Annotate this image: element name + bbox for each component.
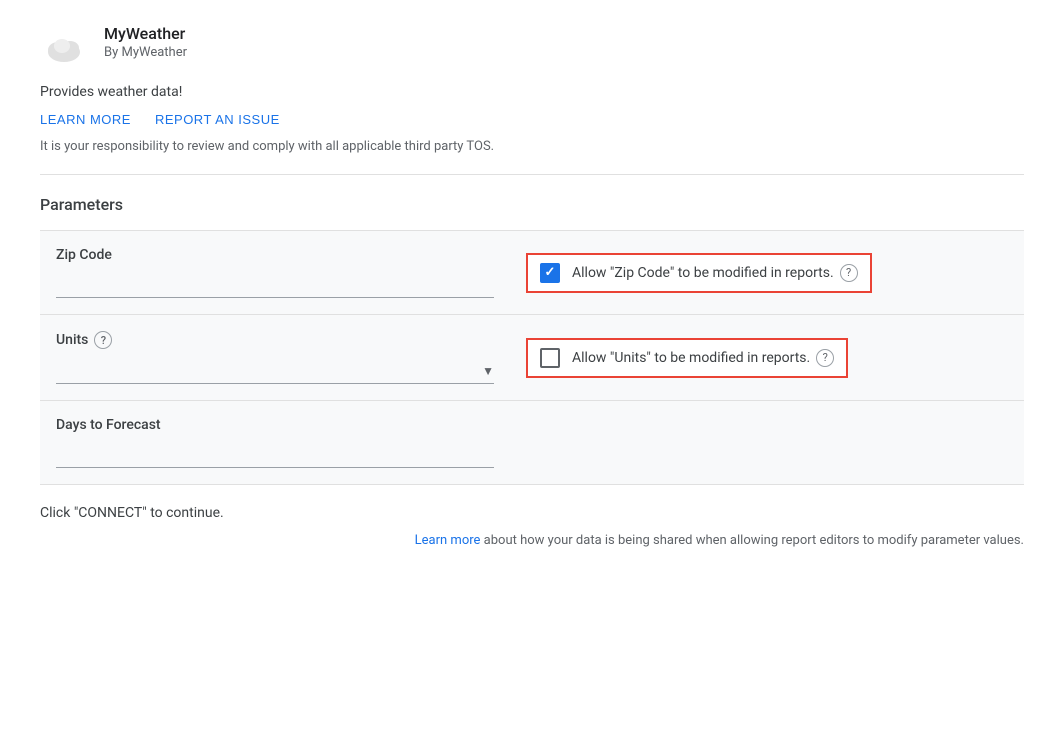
- units-allow-label: Allow "Units" to be modified in reports.…: [572, 349, 834, 367]
- dropdown-arrow-icon: ▼: [482, 364, 494, 378]
- app-subtitle: By MyWeather: [104, 45, 187, 60]
- app-icon: [40, 24, 88, 72]
- footer-note: Learn more about how your data is being …: [40, 533, 1024, 548]
- links-row: LEARN MORE REPORT AN ISSUE: [40, 112, 1024, 127]
- app-header: MyWeather By MyWeather: [40, 24, 1024, 72]
- zip-code-checkbox[interactable]: ✓: [540, 263, 560, 283]
- days-to-forecast-label: Days to Forecast: [56, 417, 494, 433]
- days-to-forecast-left: Days to Forecast: [40, 401, 510, 484]
- days-to-forecast-input-wrapper: [56, 443, 494, 468]
- tos-text: It is your responsibility to review and …: [40, 139, 1024, 154]
- param-row-zip-code: Zip Code ✓ Allow "Zip Code" to be modifi…: [40, 230, 1024, 315]
- learn-more-button[interactable]: LEARN MORE: [40, 112, 131, 127]
- app-info: MyWeather By MyWeather: [104, 24, 187, 60]
- parameters-section-title: Parameters: [40, 195, 1024, 214]
- param-row-units: Units ? Metric Imperial ▼: [40, 315, 1024, 401]
- zip-code-allow-wrapper: ✓ Allow "Zip Code" to be modified in rep…: [526, 253, 872, 293]
- units-left: Units ? Metric Imperial ▼: [40, 315, 510, 400]
- footer-note-text: about how your data is being shared when…: [484, 533, 1024, 548]
- units-allow-help-icon[interactable]: ?: [816, 349, 834, 367]
- zip-code-right: ✓ Allow "Zip Code" to be modified in rep…: [510, 231, 1024, 314]
- footer-learn-more-link[interactable]: Learn more: [415, 533, 481, 548]
- section-divider: [40, 174, 1024, 175]
- app-title: MyWeather: [104, 24, 187, 43]
- zip-code-label: Zip Code: [56, 247, 494, 263]
- days-to-forecast-input[interactable]: [56, 443, 494, 467]
- footer-connect-text: Click "CONNECT" to continue.: [40, 505, 1024, 521]
- units-select-wrapper: Metric Imperial ▼: [56, 359, 494, 384]
- param-row-days-to-forecast: Days to Forecast: [40, 401, 1024, 485]
- units-right: Allow "Units" to be modified in reports.…: [510, 315, 1024, 400]
- zip-code-left: Zip Code: [40, 231, 510, 314]
- units-label: Units ?: [56, 331, 494, 349]
- units-checkbox[interactable]: [540, 348, 560, 368]
- checkmark-icon: ✓: [545, 266, 556, 279]
- parameters-table: Zip Code ✓ Allow "Zip Code" to be modifi…: [40, 230, 1024, 485]
- zip-code-allow-label: Allow "Zip Code" to be modified in repor…: [572, 264, 858, 282]
- zip-code-help-icon[interactable]: ?: [840, 264, 858, 282]
- units-help-icon[interactable]: ?: [94, 331, 112, 349]
- app-description: Provides weather data!: [40, 84, 1024, 100]
- zip-code-input-wrapper: [56, 273, 494, 298]
- days-to-forecast-right: [510, 401, 1024, 484]
- units-allow-wrapper: Allow "Units" to be modified in reports.…: [526, 338, 848, 378]
- units-select[interactable]: Metric Imperial: [56, 363, 482, 379]
- page-container: MyWeather By MyWeather Provides weather …: [0, 0, 1064, 572]
- report-issue-button[interactable]: REPORT AN ISSUE: [155, 112, 280, 127]
- zip-code-input[interactable]: [56, 273, 494, 297]
